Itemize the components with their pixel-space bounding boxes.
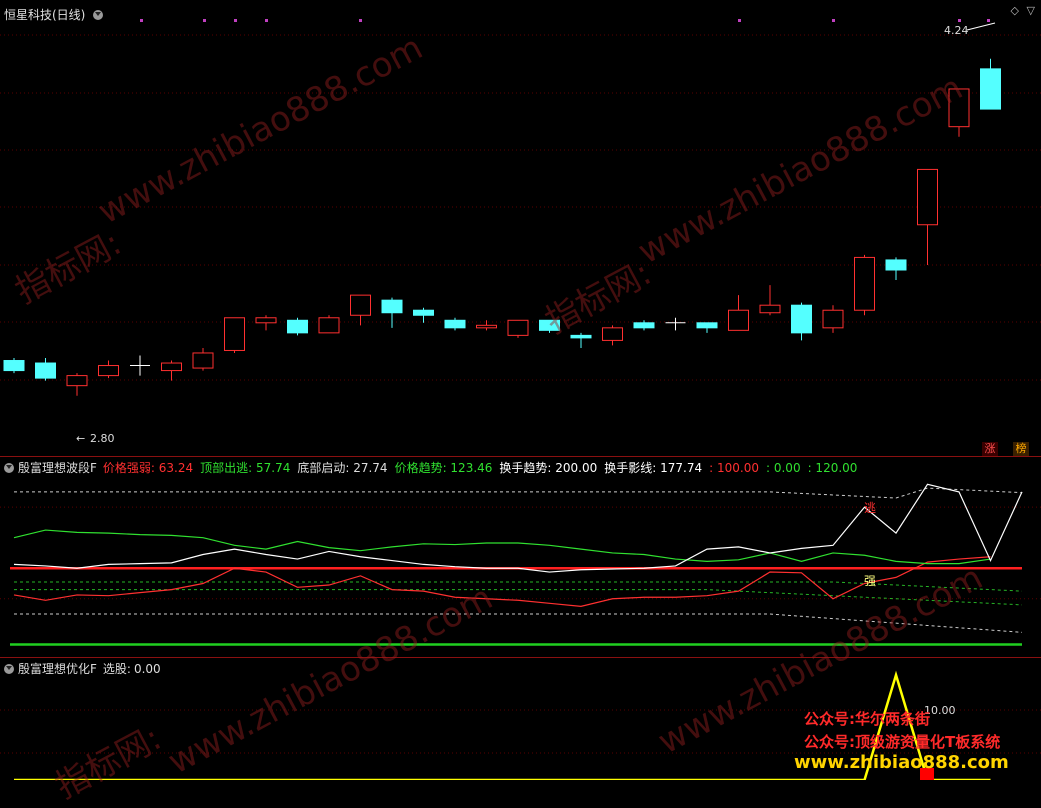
price-pane[interactable]: 恒星科技(日线) ◇ ▽ 4.24 2.80 ← 涨 榜 [0,0,1041,456]
candle-body [255,317,277,324]
low-price-label: 2.80 [90,432,115,445]
candle-body [602,327,623,341]
candle-body [66,375,88,387]
signal-dot [234,19,237,22]
signal-dot [987,19,990,22]
high-price-label: 4.24 [944,24,969,37]
badge-zhang[interactable]: 涨 [982,442,998,456]
envelope-line [14,589,1023,606]
bottom-strong-marker: 强 [864,574,876,588]
candle-body [444,319,466,329]
candle-body [570,334,592,339]
stamp-line1: 公众号:华尔两条街 [804,710,930,728]
candle-body [192,352,214,369]
candle-body [381,299,403,314]
candle-body [287,319,308,334]
signal-dot [958,19,961,22]
series-line [13,483,1023,573]
signal-dot [738,19,741,22]
stamp-site: www.zhibiao888.com [794,752,1009,773]
price-chart: 4.24 2.80 ← [0,19,1041,445]
stamp-line2: 公众号:顶级游资量化T板系统 [804,733,1001,751]
candle-body [318,317,340,334]
candle-body [3,360,25,372]
candle-body [791,304,812,334]
signal-dot [359,19,362,22]
candle-body [350,294,371,316]
signal-dot [265,19,268,22]
signal-dot [140,19,143,22]
candle-body [507,319,529,336]
candle-body [224,317,245,351]
badge-bang[interactable]: 榜 [1013,442,1029,456]
candle-body [98,365,119,377]
candle-body [413,309,434,316]
candle-body [759,304,781,314]
candle-body [885,259,907,271]
candle-body [854,256,875,311]
candle-body [633,322,655,329]
candle-body [822,309,844,329]
candle-body [917,168,938,226]
candle-body [35,362,56,379]
candle-body [161,362,182,372]
high-arrow [966,22,996,31]
signal-dot [203,19,206,22]
candle-body [476,324,497,329]
candle-body [696,322,718,329]
low-arrow-icon: ← [76,432,85,445]
signal-dot [832,19,835,22]
candle-body [980,68,1001,110]
top-escape-marker: 逃 [864,501,876,515]
candle-body [728,309,749,331]
series-line [13,529,991,565]
envelope-line [14,487,1023,499]
